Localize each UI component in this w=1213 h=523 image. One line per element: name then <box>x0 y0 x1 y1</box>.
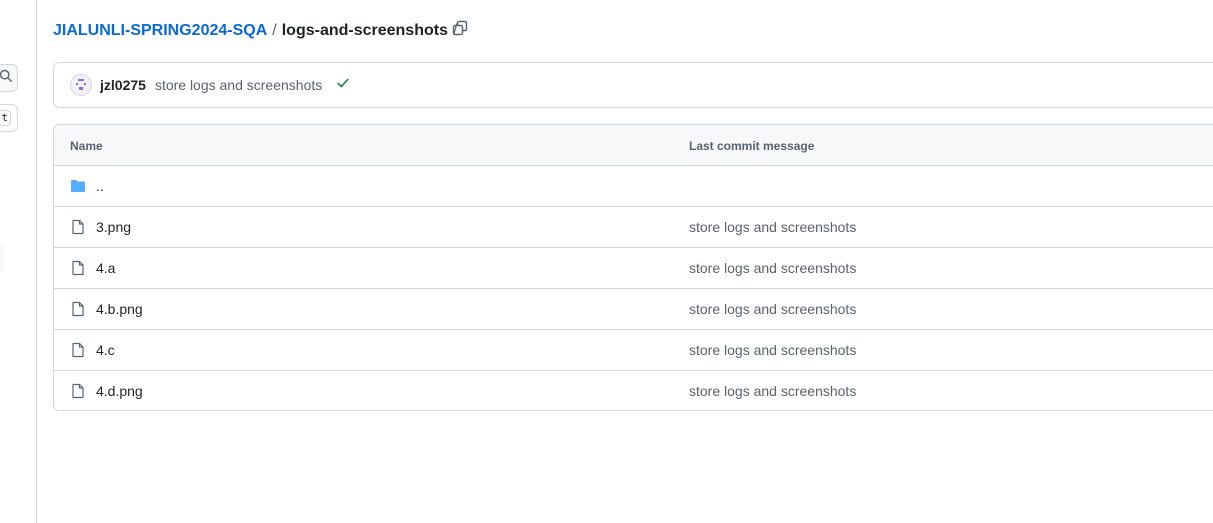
table-header: Name Last commit message <box>54 125 1213 166</box>
copy-path-button[interactable] <box>450 20 470 40</box>
commit-message-link[interactable]: store logs and screenshots <box>689 342 856 358</box>
breadcrumb-repo-link[interactable]: JIALUNLI-SPRING2024-SQA <box>53 22 267 40</box>
table-row[interactable]: 3.png store logs and screenshots <box>54 207 1213 248</box>
file-icon <box>70 301 86 317</box>
commit-message-link[interactable]: store logs and screenshots <box>689 301 856 317</box>
file-name-link[interactable]: 4.c <box>96 342 115 358</box>
keyboard-shortcut-hint: t <box>0 110 11 126</box>
sidebar-selected-item[interactable] <box>0 242 4 272</box>
file-name-link[interactable]: 4.b.png <box>96 301 143 317</box>
file-icon <box>70 219 86 235</box>
search-icon <box>0 69 13 88</box>
copy-icon <box>452 20 468 41</box>
breadcrumb-separator: / <box>272 22 277 39</box>
folder-icon <box>70 178 86 194</box>
commit-message-link[interactable]: store logs and screenshots <box>689 383 856 399</box>
column-header-last-commit: Last commit message <box>689 139 815 153</box>
commit-message-link[interactable]: store logs and screenshots <box>689 260 856 276</box>
parent-directory-link[interactable]: .. <box>96 178 104 194</box>
go-to-file-button[interactable]: t <box>0 104 18 132</box>
file-name-link[interactable]: 3.png <box>96 219 131 235</box>
file-tree-sidebar: t <box>0 0 37 523</box>
table-row[interactable]: 4.b.png store logs and screenshots <box>54 289 1213 330</box>
table-row[interactable]: 4.d.png store logs and screenshots <box>54 371 1213 410</box>
breadcrumb-current-folder: logs-and-screenshots <box>281 22 448 39</box>
file-name-link[interactable]: 4.d.png <box>96 383 143 399</box>
file-icon <box>70 383 86 399</box>
file-icon <box>70 342 86 358</box>
breadcrumb: JIALUNLI-SPRING2024-SQA / logs-and-scree… <box>53 19 462 43</box>
table-row[interactable]: 4.c store logs and screenshots <box>54 330 1213 371</box>
file-name-link[interactable]: 4.a <box>96 260 115 276</box>
table-row[interactable]: 4.a store logs and screenshots <box>54 248 1213 289</box>
file-search-button[interactable] <box>0 64 18 92</box>
file-table: Name Last commit message .. 3.png store … <box>53 124 1213 411</box>
commit-message-link[interactable]: store logs and screenshots <box>155 77 322 93</box>
parent-directory-row[interactable]: .. <box>54 166 1213 207</box>
file-icon <box>70 260 86 276</box>
column-header-name: Name <box>70 139 103 153</box>
check-icon[interactable] <box>336 76 350 95</box>
avatar[interactable] <box>70 74 92 96</box>
latest-commit-bar: jzl0275 store logs and screenshots <box>53 62 1213 108</box>
commit-message-link[interactable]: store logs and screenshots <box>689 219 856 235</box>
commit-author-link[interactable]: jzl0275 <box>100 77 146 93</box>
